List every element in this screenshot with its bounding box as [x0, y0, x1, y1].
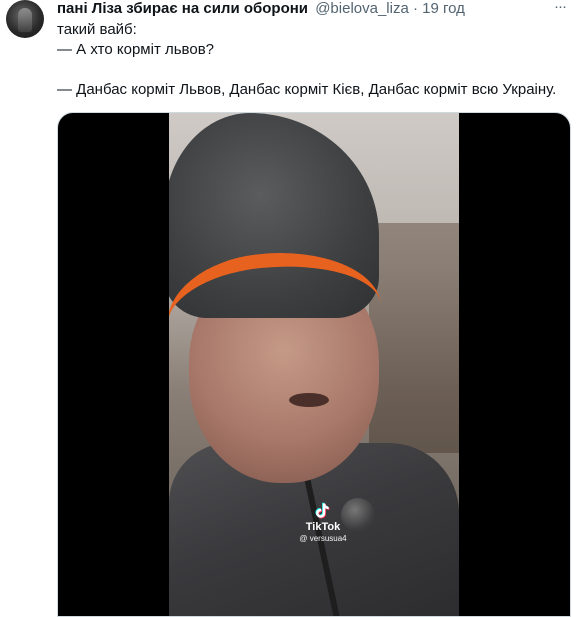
tweet-text: такий вайб: — А хто корміт львов? — Данб…	[57, 20, 572, 100]
tweet-header: пані Ліза збирає на сили оборони @bielov…	[57, 0, 550, 18]
more-horizontal-icon: ···	[554, 0, 567, 15]
mouth	[289, 393, 329, 407]
avatar-figure	[18, 8, 32, 32]
background-building	[369, 223, 459, 453]
user-handle[interactable]: @bielova_liza	[315, 0, 409, 17]
tweet-line-empty	[57, 60, 572, 80]
video-player[interactable]: TikTok @ versusua4	[57, 112, 571, 617]
tweet-line: — Данбас корміт Львов, Данбас корміт Кіє…	[57, 81, 557, 98]
tweet-line: такий вайб:	[57, 21, 137, 38]
timestamp[interactable]: 19 год	[422, 0, 465, 17]
tweet-line: — А хто корміт львов?	[57, 41, 215, 58]
display-name[interactable]: пані Ліза збирає на сили оборони	[57, 0, 308, 17]
tiktok-watermark: TikTok @ versusua4	[295, 501, 351, 544]
tiktok-brand-label: TikTok	[305, 521, 341, 533]
tiktok-username: @ versusua4	[299, 534, 347, 543]
more-options-button[interactable]: ···	[550, 0, 570, 18]
avatar[interactable]	[6, 0, 44, 38]
separator-dot: ·	[413, 0, 418, 17]
tiktok-logo-icon	[315, 502, 330, 519]
